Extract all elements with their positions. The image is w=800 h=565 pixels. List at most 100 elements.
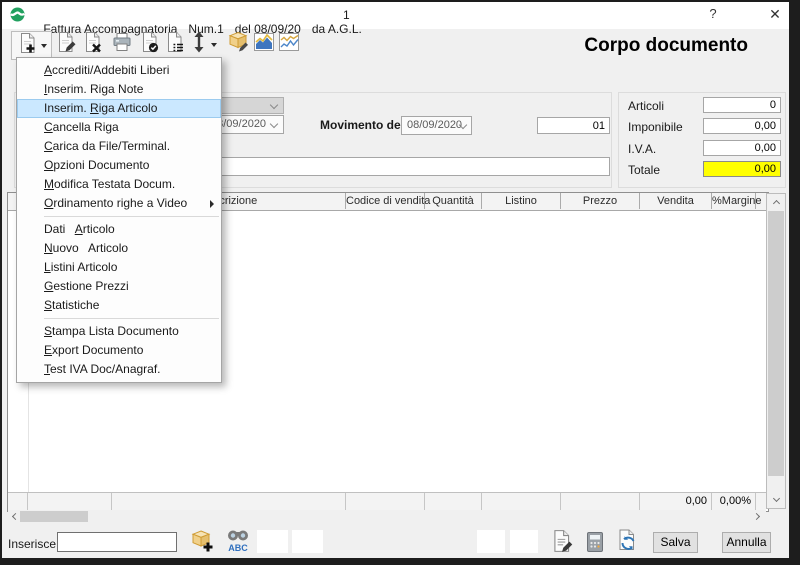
insert-row-menu-button[interactable]: [11, 31, 52, 60]
footer-cell: [346, 493, 425, 510]
document-refresh-icon: [615, 541, 641, 558]
menu-item-ordinamento-righe[interactable]: Ordinamento righe a Video: [17, 194, 221, 213]
col-header-codice-vendita[interactable]: Codice di vendita: [346, 193, 425, 209]
menu-item-cancella-riga[interactable]: Cancella Riga: [17, 118, 221, 137]
document-settings-icon: [164, 31, 186, 58]
confirm-document-button[interactable]: [136, 31, 163, 58]
delete-document-icon: [82, 31, 104, 58]
articles-button[interactable]: [225, 31, 252, 58]
refresh-document-button[interactable]: [615, 528, 641, 559]
menu-item-accrediti-addebiti[interactable]: Accrediti/Addebiti Liberi: [17, 61, 221, 80]
menu-item-stampa-lista[interactable]: Stampa Lista Documento: [17, 322, 221, 341]
footer-vendita-total: 0,00: [640, 493, 712, 510]
context-menu: Accrediti/Addebiti Liberi Inserim. Riga …: [16, 57, 222, 383]
inserisce-label: Inserisce:: [8, 537, 59, 551]
menu-item-opzioni-documento[interactable]: Opzioni Documento: [17, 156, 221, 175]
document-options-button[interactable]: [161, 31, 188, 58]
iva-label: I.V.A.: [628, 142, 700, 156]
scroll-down-button[interactable]: [767, 491, 785, 508]
status-box-3[interactable]: [477, 530, 505, 553]
col-header-margine[interactable]: %Margine: [712, 193, 756, 209]
footer-cell: [482, 493, 561, 510]
line-chart-icon: [278, 32, 300, 57]
col-header-stub: [756, 193, 766, 209]
scroll-up-button[interactable]: [767, 194, 785, 211]
col-header-quantita[interactable]: Quantità: [425, 193, 482, 209]
chevron-down-icon: [270, 101, 278, 109]
salva-button[interactable]: Salva: [653, 532, 698, 553]
binoculars-abc-icon: ABC: [224, 542, 252, 559]
edit-row-button[interactable]: [52, 31, 79, 58]
scroll-right-button[interactable]: [751, 510, 764, 523]
title-page-indicator: 1: [343, 8, 350, 22]
grid-footer-row: 0,00 0,00%: [8, 492, 766, 510]
printer-icon: [111, 31, 133, 58]
footer-cell: [8, 493, 28, 510]
vertical-scrollbar[interactable]: [766, 193, 786, 509]
calculator-icon: [585, 540, 605, 557]
help-button[interactable]: ?: [703, 4, 723, 24]
horizontal-scroll-thumb[interactable]: [20, 511, 88, 522]
movimento-label: Movimento del: [320, 118, 404, 132]
col-header-prezzo[interactable]: Prezzo: [561, 193, 640, 209]
print-button[interactable]: [108, 31, 135, 58]
imponibile-field: 0,00: [703, 118, 781, 134]
status-box-2[interactable]: [292, 530, 323, 553]
line-chart-button[interactable]: [275, 31, 302, 58]
package-plus-icon: [189, 542, 216, 559]
section-title: Corpo documento: [555, 35, 748, 57]
status-box-1[interactable]: [257, 530, 288, 553]
area-chart-button[interactable]: [250, 31, 277, 58]
menu-item-export-documento[interactable]: Export Documento: [17, 341, 221, 360]
menu-item-statistiche[interactable]: Statistiche: [17, 296, 221, 315]
search-article-button[interactable]: ABC: [224, 527, 252, 560]
horizontal-scrollbar[interactable]: [8, 510, 766, 523]
menu-item-listini-articolo[interactable]: Listini Articolo: [17, 258, 221, 277]
chevron-up-icon: [772, 200, 779, 207]
add-article-button[interactable]: [189, 528, 216, 560]
footer-cell: [28, 493, 112, 510]
check-document-icon: [139, 31, 161, 58]
menu-item-gestione-prezzi[interactable]: Gestione Prezzi: [17, 277, 221, 296]
chevron-down-icon: [772, 495, 779, 502]
annulla-button[interactable]: Annulla: [722, 532, 771, 553]
up-down-arrow-icon: [191, 31, 207, 58]
menu-item-inserim-riga-articolo[interactable]: Inserim. Riga Articolo: [17, 99, 221, 118]
area-chart-icon: [253, 32, 275, 57]
col-header-vendita[interactable]: Vendita: [640, 193, 712, 209]
footer-cell: [561, 493, 640, 510]
menu-item-nuovo-articolo[interactable]: Nuovo Articolo: [17, 239, 221, 258]
package-edit-icon: [227, 31, 251, 58]
app-logo-icon: [10, 7, 25, 22]
move-rows-button[interactable]: [186, 31, 222, 58]
movimento-date-value: 08/09/2020: [407, 119, 462, 131]
totale-field: 0,00: [703, 161, 781, 177]
menu-separator: [44, 216, 219, 217]
iva-field: 0,00: [703, 140, 781, 156]
imponibile-label: Imponibile: [628, 120, 700, 134]
svg-text:ABC: ABC: [228, 543, 248, 553]
inserisce-input[interactable]: [57, 532, 177, 552]
menu-item-inserim-riga-note[interactable]: Inserim. Riga Note: [17, 80, 221, 99]
edit-document-icon: [55, 31, 77, 58]
menu-item-test-iva[interactable]: Test IVA Doc/Anagraf.: [17, 360, 221, 379]
vertical-scroll-thumb[interactable]: [768, 211, 784, 476]
chevron-left-icon: [12, 513, 19, 520]
menu-item-modifica-testata[interactable]: Modifica Testata Docum.: [17, 175, 221, 194]
col-header-listino[interactable]: Listino: [482, 193, 561, 209]
menu-item-dati-articolo[interactable]: Dati Articolo: [17, 220, 221, 239]
title-doc-author: da A.G.L.: [312, 22, 362, 36]
edit-note-button[interactable]: [550, 529, 574, 558]
menu-item-carica-da-file[interactable]: Carica da File/Terminal.: [17, 137, 221, 156]
window-frame: Fattura AccompagnatoriaNum.1del 08/09/20…: [0, 0, 800, 565]
footer-margine-total: 0,00%: [712, 493, 756, 510]
close-button[interactable]: ✕: [765, 4, 785, 24]
dropdown-arrow-icon: [41, 44, 47, 48]
movimento-date-combo[interactable]: 08/09/2020: [401, 116, 472, 135]
doc-code-field[interactable]: [537, 117, 610, 134]
menu-separator: [44, 318, 219, 319]
calculator-button[interactable]: [585, 531, 605, 558]
footer-cell: [112, 493, 346, 510]
status-box-4[interactable]: [510, 530, 538, 553]
delete-row-button[interactable]: [79, 31, 106, 58]
